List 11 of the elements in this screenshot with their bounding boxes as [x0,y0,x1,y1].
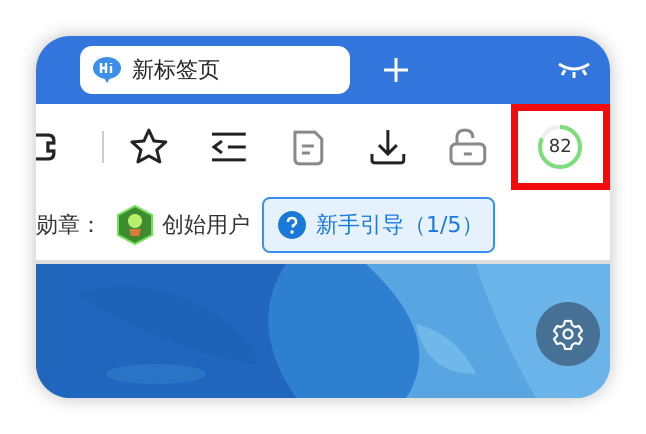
badge-name: 创始用户 [162,212,250,240]
settings-icon [552,318,584,350]
unlocked-padlock-icon[interactable] [446,126,488,168]
browser-tab[interactable]: 新标签页 [80,46,350,94]
closed-eye-icon[interactable] [556,60,592,80]
medal-label: 勋章： [36,212,102,240]
help-icon [278,211,306,239]
chat-bubble-icon [92,55,122,85]
plus-icon[interactable] [382,56,410,84]
guide-button[interactable]: 新手引导（1/5） [262,197,496,253]
plant-badge-icon [116,205,154,245]
